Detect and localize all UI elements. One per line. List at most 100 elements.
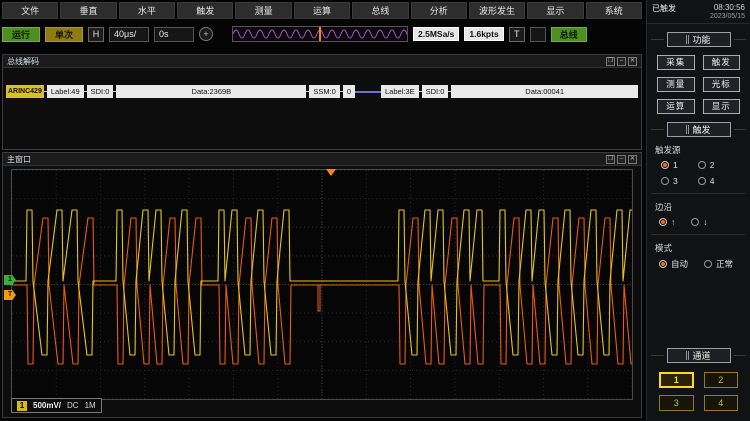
function-button-4[interactable]: 光标	[703, 77, 741, 92]
function-section-header[interactable]: 功能	[667, 32, 731, 47]
radio-label: 3	[673, 176, 678, 186]
function-button-3[interactable]: 测量	[657, 77, 695, 92]
radio-icon	[661, 161, 669, 169]
trigger-mode-radios: 自动 正常	[659, 258, 750, 270]
horizontal-knob-icon[interactable]: +	[199, 27, 213, 41]
channel-button-2[interactable]: 2	[704, 372, 739, 388]
waveform-preview-strip[interactable]	[232, 26, 408, 42]
bus-field: Label:3E	[381, 85, 419, 98]
sidebar: 已触发 08:30:56 2023/05/15 功能 采集触发测量光标运算显示 …	[646, 0, 750, 421]
function-button-6[interactable]: 显示	[703, 99, 741, 114]
channel-coupling: DC	[67, 401, 79, 410]
bus-window-controls: ❐–✕	[606, 57, 637, 66]
main-waveform-panel: 主窗口 ❐–✕ 1 T 1 500mV/ DC 1M	[2, 152, 642, 418]
bus-panel-titlebar: 总线解码 ❐–✕	[3, 55, 641, 68]
radio-label: 1	[673, 160, 678, 170]
channel-section: 通道 1234	[647, 340, 750, 411]
channel-button-1[interactable]: 1	[659, 372, 694, 388]
menu-bar: 文件垂直水平触发测量运算总线分析波形发生显示系统	[0, 0, 644, 20]
menu-item-2[interactable]: 垂直	[60, 2, 116, 19]
trigger-source-radio-3[interactable]: 3	[661, 176, 678, 186]
radio-icon	[659, 260, 667, 268]
channel-impedance: 1M	[85, 401, 96, 410]
function-buttons: 采集触发测量光标运算显示	[657, 55, 740, 114]
menu-item-8[interactable]: 分析	[411, 2, 467, 19]
menu-item-4[interactable]: 触发	[177, 2, 233, 19]
menu-item-9[interactable]: 波形发生	[469, 2, 525, 19]
menu-item-7[interactable]: 总线	[352, 2, 408, 19]
minimize-icon[interactable]: –	[617, 57, 626, 66]
waveform-plot-area[interactable]	[11, 169, 633, 400]
single-button[interactable]: 单次	[45, 27, 83, 42]
channel-scale: 500mV/	[33, 401, 61, 410]
bus-frame-2: Label:3ESDI:0Data:00041	[381, 85, 638, 98]
channel-section-header[interactable]: 通道	[667, 348, 731, 363]
menu-item-11[interactable]: 系统	[586, 2, 642, 19]
bus-field: SDI:0	[87, 85, 114, 98]
trigger-edge-radios: ↑↓	[659, 217, 750, 227]
waveform-traces	[12, 170, 632, 399]
channel-button-3[interactable]: 3	[659, 395, 694, 411]
function-button-2[interactable]: 触发	[703, 55, 741, 70]
restore-icon[interactable]: ❐	[606, 155, 615, 164]
menu-item-5[interactable]: 测量	[235, 2, 291, 19]
radio-icon	[704, 260, 712, 268]
trigger-position-marker-icon[interactable]	[326, 169, 336, 176]
radio-icon	[659, 218, 667, 226]
bus-frame-1: ARINC429Label:49SDI:0Data:2369BSSM:00	[6, 85, 355, 98]
trigger-source-radios: 1 2 3 4	[661, 160, 750, 186]
channel-button-4[interactable]: 4	[704, 395, 739, 411]
minimize-icon[interactable]: –	[617, 155, 626, 164]
function-button-1[interactable]: 采集	[657, 55, 695, 70]
bus-field: 0	[343, 85, 355, 98]
close-icon[interactable]: ✕	[628, 155, 637, 164]
trigger-mode-radio-2[interactable]: 正常	[704, 258, 733, 270]
radio-icon	[661, 177, 669, 185]
run-button[interactable]: 运行	[2, 27, 40, 42]
trigger-source-radio-2[interactable]: 2	[698, 160, 715, 170]
radio-label: ↓	[703, 217, 707, 227]
clock: 08:30:56 2023/05/15	[710, 3, 745, 21]
bus-decode-row: ARINC429Label:49SDI:0Data:2369BSSM:00Lab…	[6, 84, 638, 99]
trigger-source-radio-1[interactable]: 1	[661, 160, 678, 170]
trigger-mode-label: 模式	[655, 242, 750, 254]
trigger-mode-radio-1[interactable]: 自动	[659, 258, 688, 270]
control-toolbar: 运行 单次 H 40μs/ 0s + 2.5MSa/s 1.6kpts T 总线	[2, 25, 644, 43]
radio-label: 正常	[716, 258, 733, 270]
trigger-t-button[interactable]: T	[509, 27, 525, 42]
main-panel-title: 主窗口	[7, 154, 31, 165]
horizontal-button[interactable]: H	[88, 27, 104, 42]
horizontal-offset-field[interactable]: 0s	[154, 27, 194, 42]
main-window-controls: ❐–✕	[606, 155, 637, 164]
channel-info-box[interactable]: 1 500mV/ DC 1M	[11, 398, 102, 413]
clock-time: 08:30:56	[710, 3, 745, 13]
preview-waveform-icon	[233, 27, 407, 41]
channel-buttons: 1234	[659, 372, 738, 411]
trigger-edge-radio-2[interactable]: ↓	[691, 217, 707, 227]
radio-label: 4	[710, 176, 715, 186]
trigger-edge-radio-1[interactable]: ↑	[659, 217, 675, 227]
bus-field: Data:00041	[451, 85, 638, 98]
trigger-status-badge: 已触发	[652, 3, 676, 14]
trigger-edge-label: 边沿	[655, 201, 750, 213]
trigger-level-field[interactable]	[530, 27, 546, 42]
trigger-section-header[interactable]: 触发	[667, 122, 731, 137]
bus-toolbar-button[interactable]: 总线	[551, 27, 587, 42]
bus-field: Label:49	[47, 85, 84, 98]
menu-item-1[interactable]: 文件	[2, 2, 58, 19]
oscilloscope-app: 文件垂直水平触发测量运算总线分析波形发生显示系统 运行 单次 H 40μs/ 0…	[0, 0, 750, 421]
close-icon[interactable]: ✕	[628, 57, 637, 66]
menu-item-6[interactable]: 运算	[294, 2, 350, 19]
trigger-source-radio-4[interactable]: 4	[698, 176, 715, 186]
menu-item-3[interactable]: 水平	[119, 2, 175, 19]
radio-icon	[691, 218, 699, 226]
menu-item-10[interactable]: 显示	[527, 2, 583, 19]
bus-field: Data:2369B	[116, 85, 306, 98]
timebase-field[interactable]: 40μs/	[109, 27, 149, 42]
sample-rate-readout: 2.5MSa/s	[413, 27, 459, 41]
restore-icon[interactable]: ❐	[606, 57, 615, 66]
bus-panel-title: 总线解码	[7, 56, 39, 67]
function-button-5[interactable]: 运算	[657, 99, 695, 114]
radio-label: ↑	[671, 217, 675, 227]
bus-decode-panel: 总线解码 ❐–✕ ARINC429Label:49SDI:0Data:2369B…	[2, 54, 642, 150]
